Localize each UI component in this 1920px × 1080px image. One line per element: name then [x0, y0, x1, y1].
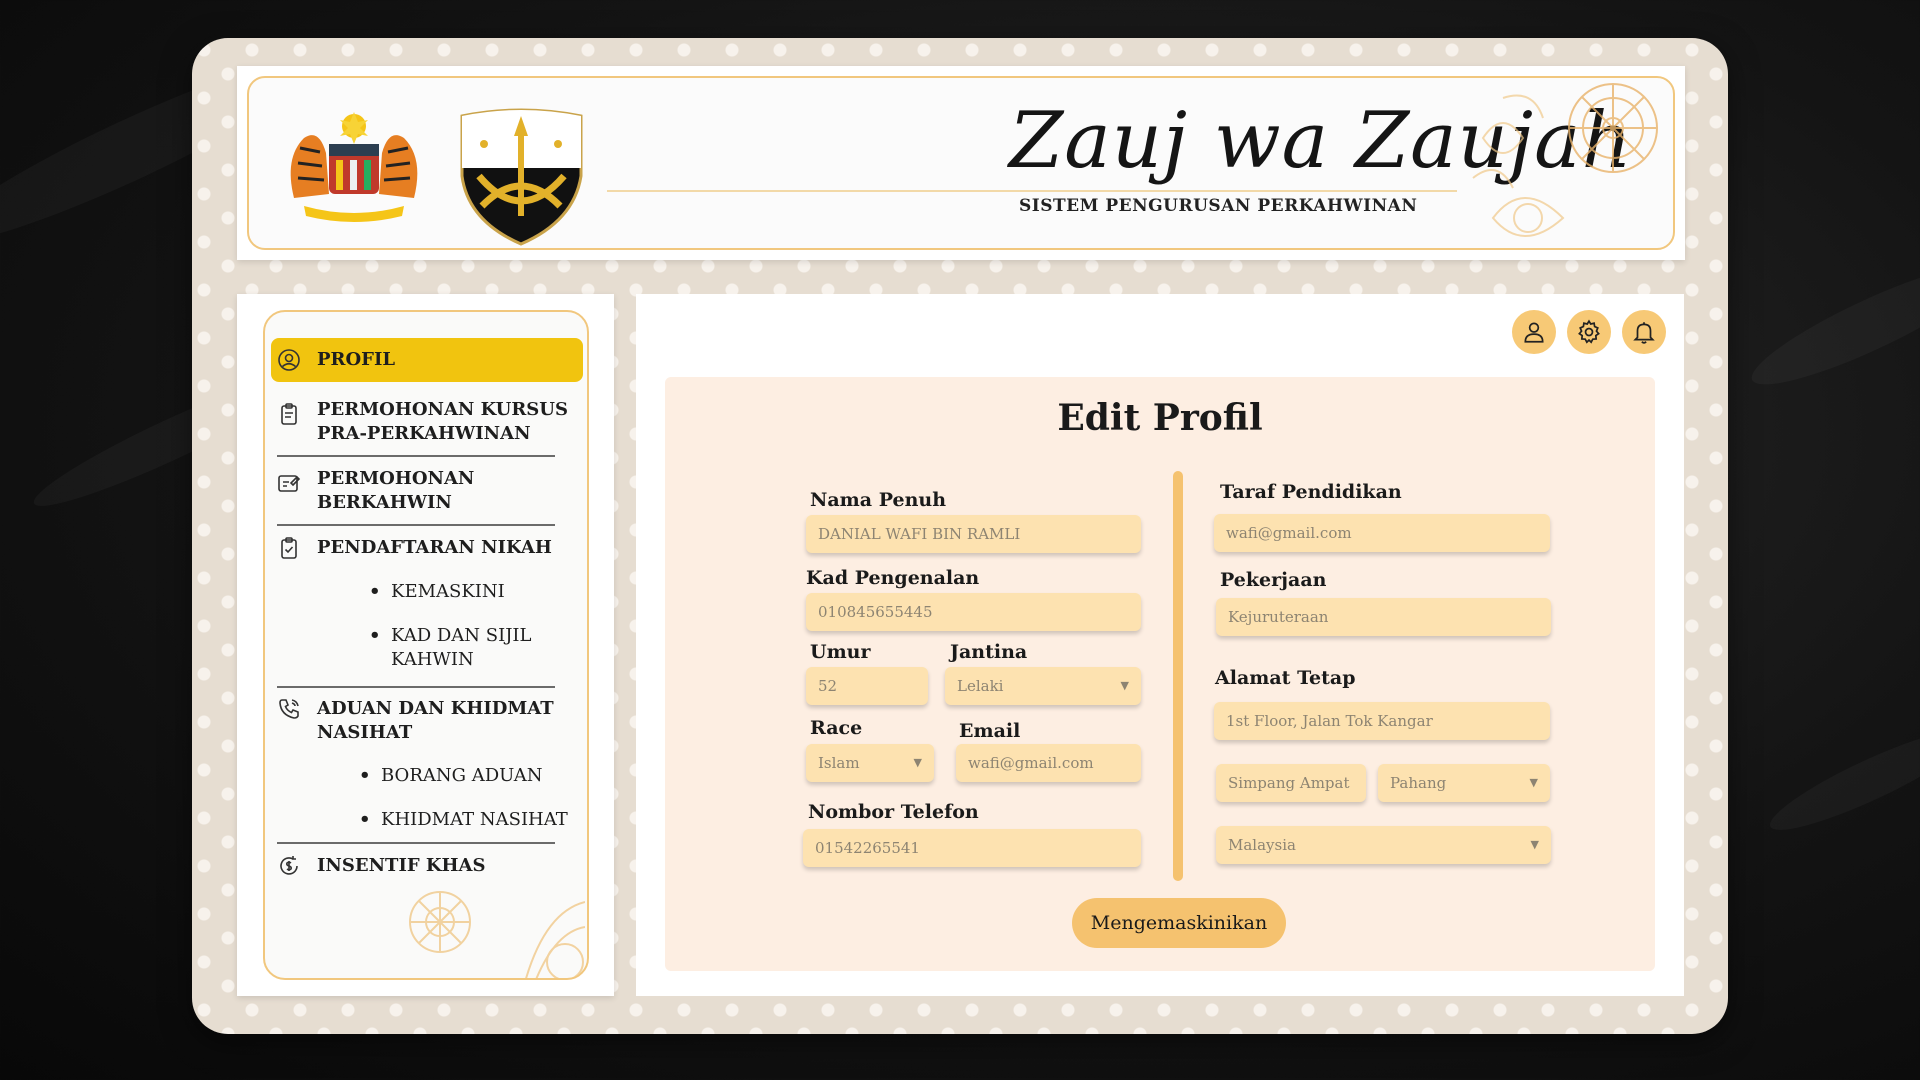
sidebar-item-permohonan-kursus[interactable]: PERMOHONAN KURSUS PRA-PERKAHWINAN	[271, 398, 583, 446]
label-jantina: Jantina	[950, 641, 1028, 663]
label-race: Race	[810, 717, 863, 739]
sidebar-menu: PROFIL PERMOHONAN KURSUS PRA-PERKAHWINAN …	[263, 310, 589, 980]
label-nama-penuh: Nama Penuh	[810, 489, 947, 511]
sidebar-item-label-line2: PRA-PERKAHWINAN	[317, 423, 531, 444]
clipboard-check-icon	[281, 537, 297, 559]
background-texture	[1742, 247, 1920, 402]
label-alamat-tetap: Alamat Tetap	[1215, 667, 1356, 689]
sidebar-divider	[277, 455, 555, 457]
sidebar-subitem-kad-dan-sijil[interactable]: • KAD DAN SIJIL KAHWIN	[369, 624, 532, 672]
umur-input[interactable]: 52	[806, 667, 928, 705]
page-title: Edit Profil	[1057, 397, 1263, 439]
sidebar-divider	[277, 842, 555, 844]
sidebar-item-label: ADUAN DAN KHIDMAT NASIHAT	[317, 697, 554, 745]
bullet: •	[369, 625, 381, 646]
jantina-select[interactable]: Lelaki ▼	[945, 667, 1141, 705]
negara-select[interactable]: Malaysia ▼	[1216, 826, 1551, 864]
chevron-down-icon: ▼	[1530, 838, 1539, 851]
sidebar-subitem-label: KHIDMAT NASIHAT	[381, 809, 568, 830]
sidebar: PROFIL PERMOHONAN KURSUS PRA-PERKAHWINAN …	[237, 294, 614, 996]
bell-icon	[1633, 322, 1655, 344]
jantina-value: Lelaki	[957, 677, 1004, 695]
sidebar-subitem-label: KEMASKINI	[391, 581, 505, 602]
bullet: •	[369, 581, 381, 602]
sidebar-item-label: PROFIL	[317, 349, 396, 370]
gear-icon	[1578, 319, 1600, 344]
sidebar-subitem-label: KAD DAN SIJIL KAHWIN	[391, 624, 532, 672]
update-button[interactable]: Mengemaskinikan	[1072, 898, 1286, 948]
phone-icon	[279, 699, 299, 719]
sidebar-item-label-line1: PERMOHONAN KURSUS	[317, 399, 568, 420]
user-circle-icon	[278, 349, 300, 371]
sidebar-subitem-label-line2: KAHWIN	[391, 649, 474, 670]
chevron-down-icon: ▼	[1120, 679, 1129, 692]
alamat-line1-input[interactable]: 1st Floor, Jalan Tok Kangar	[1214, 702, 1550, 740]
johor-state-emblem-logo	[460, 108, 583, 246]
bullet: •	[359, 809, 371, 830]
sidebar-item-aduan-dan-khidmat[interactable]: ADUAN DAN KHIDMAT NASIHAT	[271, 697, 583, 745]
app-subtitle: SISTEM PENGURUSAN PERKAHWINAN	[1019, 196, 1418, 216]
sidebar-subitem-label-line1: KAD DAN SIJIL	[391, 625, 532, 646]
sidebar-divider	[277, 686, 555, 688]
chevron-down-icon: ▼	[913, 756, 922, 769]
sidebar-item-label-line2: NASIHAT	[317, 722, 413, 743]
kad-pengenalan-input[interactable]: 010845655445	[806, 593, 1141, 631]
profile-button[interactable]	[1512, 310, 1556, 354]
header-divider-line	[607, 190, 1457, 192]
label-kad-pengenalan: Kad Pengenalan	[806, 567, 980, 589]
label-nombor-telefon: Nombor Telefon	[808, 801, 979, 823]
nombor-telefon-input[interactable]: 01542265541	[803, 829, 1141, 867]
background-texture	[1762, 715, 1920, 844]
label-pekerjaan: Pekerjaan	[1220, 569, 1327, 591]
sidebar-item-label: PENDAFTARAN NIKAH	[317, 537, 552, 558]
header-inner: Zauj wa Zaujah SISTEM PENGURUSAN PERKAHW…	[247, 76, 1675, 250]
email-input[interactable]: wafi@gmail.com	[956, 744, 1141, 782]
sidebar-item-label: PERMOHONAN BERKAHWIN	[317, 467, 474, 515]
race-value: Islam	[818, 754, 860, 772]
sidebar-subitem-borang-aduan[interactable]: • BORANG ADUAN	[359, 764, 543, 788]
user-icon	[1524, 322, 1544, 343]
mandala-ornament-icon	[409, 891, 585, 978]
settings-button[interactable]	[1567, 310, 1611, 354]
sidebar-divider	[277, 524, 555, 526]
nama-penuh-input[interactable]: DANIAL WAFI BIN RAMLI	[806, 515, 1141, 553]
sidebar-item-label-line1: ADUAN DAN KHIDMAT	[317, 698, 554, 719]
sidebar-subitem-kemaskini[interactable]: • KEMASKINI	[369, 580, 505, 604]
label-umur: Umur	[810, 641, 871, 663]
mandala-ornament-icon	[1472, 83, 1658, 237]
sidebar-item-label-line1: PERMOHONAN	[317, 468, 475, 489]
label-email: Email	[959, 720, 1021, 742]
sidebar-item-permohonan-berkahwin[interactable]: PERMOHONAN BERKAHWIN	[271, 467, 583, 515]
negara-value: Malaysia	[1228, 836, 1296, 854]
bullet: •	[359, 765, 371, 786]
sidebar-item-label: PERMOHONAN KURSUS PRA-PERKAHWINAN	[317, 398, 568, 446]
negeri-value: Pahang	[1390, 774, 1447, 792]
malaysia-coat-of-arms-logo	[290, 112, 418, 222]
sidebar-item-label-line2: BERKAHWIN	[317, 492, 452, 513]
negeri-select[interactable]: Pahang ▼	[1378, 764, 1550, 802]
edit-profile-card: Edit Profil Nama Penuh DANIAL WAFI BIN R…	[665, 377, 1655, 971]
header-banner: Zauj wa Zaujah SISTEM PENGURUSAN PERKAHW…	[237, 66, 1685, 260]
label-taraf-pendidikan: Taraf Pendidikan	[1220, 481, 1402, 503]
notification-button[interactable]	[1622, 310, 1666, 354]
form-edit-icon	[278, 475, 301, 492]
pekerjaan-input[interactable]: Kejuruteraan	[1216, 598, 1551, 636]
race-select[interactable]: Islam ▼	[806, 744, 934, 782]
sidebar-subitem-khidmat-nasihat[interactable]: • KHIDMAT NASIHAT	[359, 808, 568, 832]
main-panel: Edit Profil Nama Penuh DANIAL WAFI BIN R…	[636, 294, 1684, 996]
column-divider	[1173, 471, 1183, 881]
bandar-input[interactable]: Simpang Ampat	[1216, 764, 1366, 802]
dollar-cycle-icon	[280, 856, 298, 875]
sidebar-item-pendaftaran-nikah[interactable]: PENDAFTARAN NIKAH	[271, 536, 583, 560]
clipboard-icon	[281, 403, 297, 425]
sidebar-item-profil[interactable]: PROFIL	[271, 338, 583, 382]
chevron-down-icon: ▼	[1529, 776, 1538, 789]
taraf-pendidikan-input[interactable]: wafi@gmail.com	[1214, 514, 1550, 552]
sidebar-subitem-label: BORANG ADUAN	[381, 765, 543, 786]
